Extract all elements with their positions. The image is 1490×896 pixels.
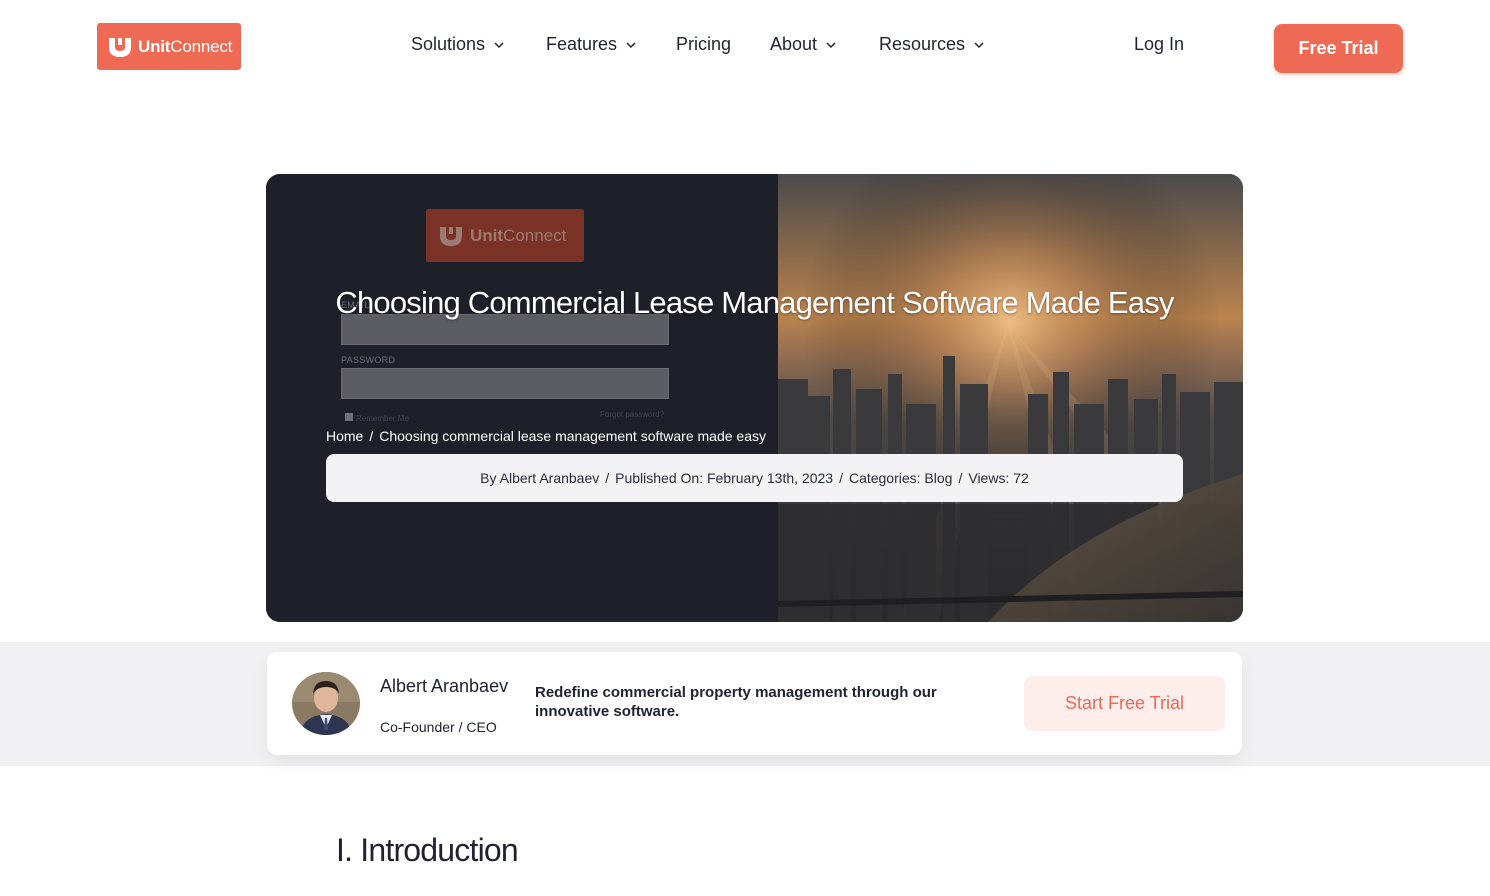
chevron-down-icon xyxy=(494,41,504,48)
hero-banner: UnitConnect EMAIL PASSWORD Remember Me F… xyxy=(266,174,1243,622)
breadcrumb-current: Choosing commercial lease management sof… xyxy=(379,428,766,444)
nav-label: Solutions xyxy=(411,34,486,54)
post-meta-bar: By Albert Aranbaev / Published On: Febru… xyxy=(326,454,1183,502)
chevron-down-icon xyxy=(626,41,636,48)
nav-label: About xyxy=(770,34,818,54)
hero-background-left: UnitConnect EMAIL PASSWORD Remember Me F… xyxy=(266,174,778,622)
avatar xyxy=(292,672,360,735)
author-photo xyxy=(292,672,360,735)
background-password-label: PASSWORD xyxy=(341,355,396,365)
view-count: Views: 72 xyxy=(968,470,1029,486)
category-link[interactable]: Categories: Blog xyxy=(849,470,953,486)
background-password-field xyxy=(341,368,669,399)
city-sunset-photo xyxy=(777,174,1243,622)
background-logo: UnitConnect xyxy=(426,209,584,262)
author-name: Albert Aranbaev xyxy=(380,676,509,696)
publish-date: Published On: February 13th, 2023 xyxy=(615,470,834,486)
author-link[interactable]: By Albert Aranbaev xyxy=(480,470,599,486)
logo-text: UnitConnect xyxy=(138,36,233,56)
site-header: UnitConnect Solutions Features Pricing A… xyxy=(0,0,1490,96)
breadcrumb-separator: / xyxy=(369,428,374,444)
city-skyline-image xyxy=(777,174,1243,622)
free-trial-button[interactable]: Free Trial xyxy=(1274,24,1403,73)
nav-item-pricing[interactable]: Pricing xyxy=(676,34,731,55)
meta-separator: / xyxy=(839,470,843,486)
login-link[interactable]: Log In xyxy=(1134,34,1184,55)
background-forgot-link: Forgot password? xyxy=(600,410,665,419)
author-card: Albert Aranbaev Co-Founder / CEO Redefin… xyxy=(267,652,1242,755)
breadcrumb-home-link[interactable]: Home xyxy=(326,428,363,444)
section-heading-introduction: I. Introduction xyxy=(336,832,519,868)
background-remember-label: Remember Me xyxy=(356,414,409,423)
breadcrumb: Home / Choosing commercial lease managemen… xyxy=(326,428,766,444)
nav-item-about[interactable]: About xyxy=(770,34,836,55)
nav-item-solutions[interactable]: Solutions xyxy=(411,34,504,55)
nav-label: Pricing xyxy=(676,34,732,54)
meta-separator: / xyxy=(958,470,963,486)
chevron-down-icon xyxy=(826,41,836,48)
nav-item-features[interactable]: Features xyxy=(546,34,636,55)
background-checkbox xyxy=(345,413,353,421)
author-role: Co-Founder / CEO xyxy=(380,719,497,735)
nav-label: Resources xyxy=(879,34,966,54)
nav-label: Features xyxy=(546,34,618,54)
page-title: Choosing Commercial Lease Management Sof… xyxy=(335,285,1174,320)
meta-separator: / xyxy=(605,470,610,486)
start-free-trial-button[interactable]: Start Free Trial xyxy=(1024,676,1225,731)
chevron-down-icon xyxy=(974,41,984,48)
background-logo-text: UnitConnect xyxy=(470,225,567,245)
author-tagline: Redefine commercial property management … xyxy=(535,684,937,720)
site-logo[interactable]: UnitConnect xyxy=(97,23,241,70)
unitconnect-u-icon xyxy=(440,226,462,246)
unitconnect-u-icon xyxy=(109,36,131,57)
nav-item-resources[interactable]: Resources xyxy=(879,34,984,55)
